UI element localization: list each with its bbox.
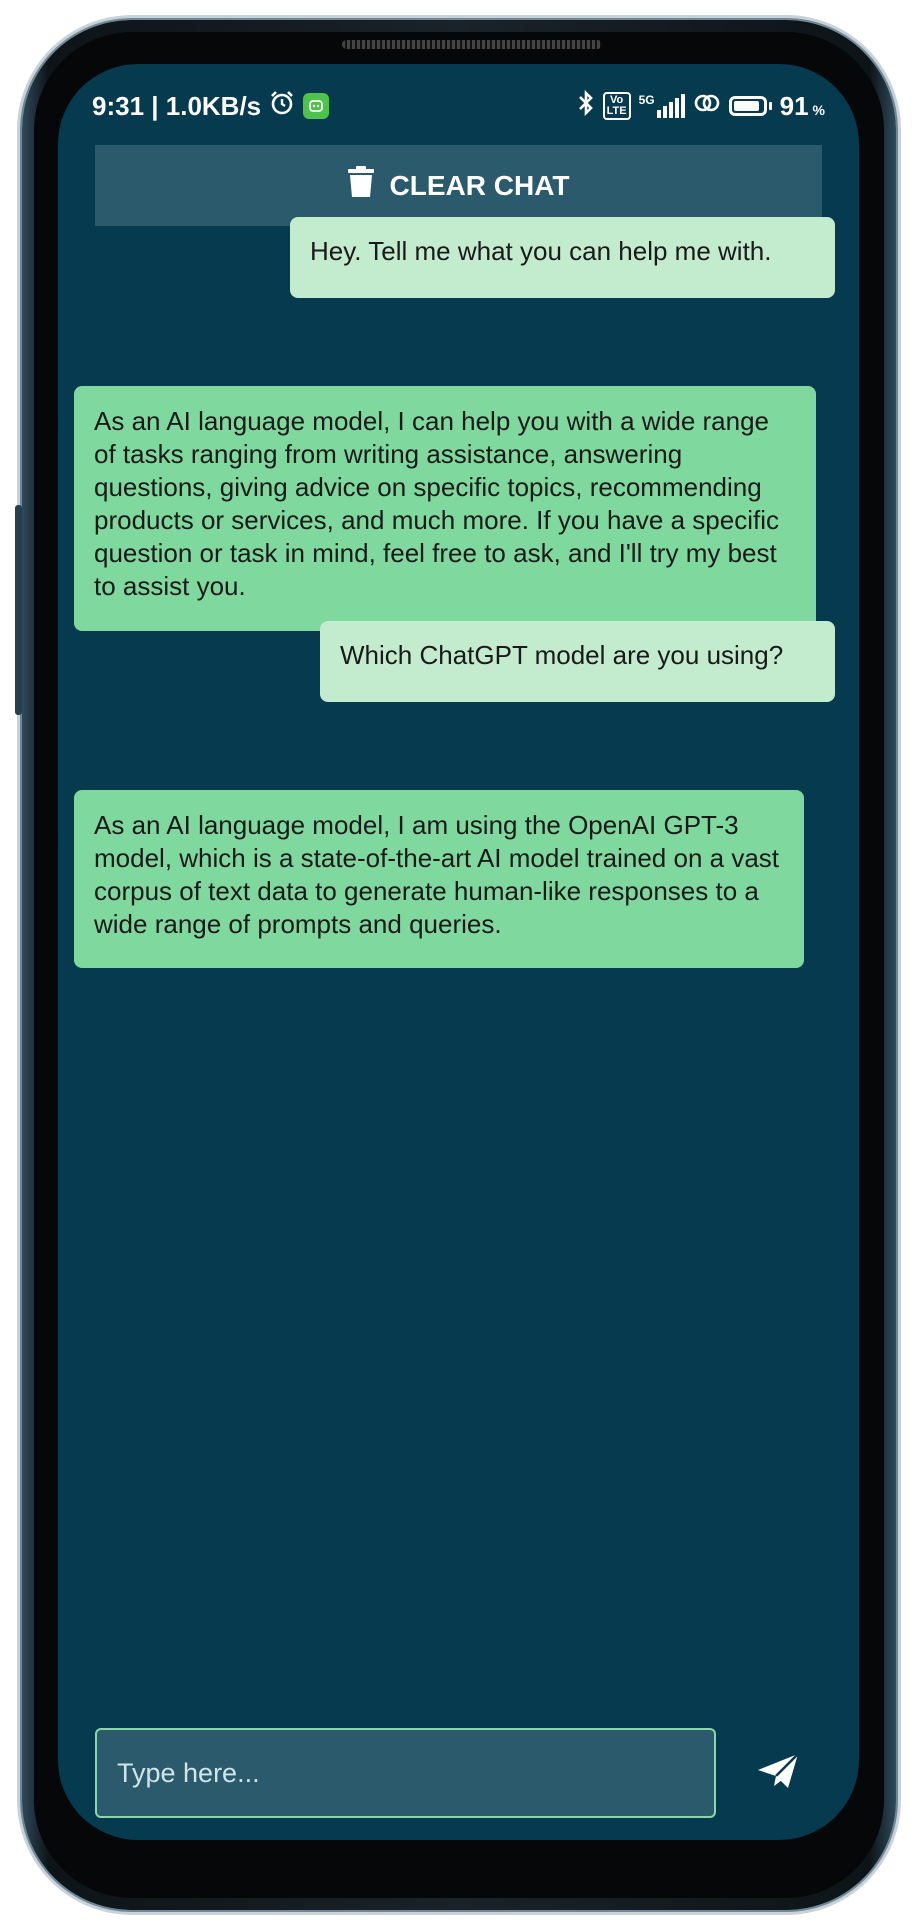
message-input[interactable] <box>95 1728 716 1818</box>
message-text: As an AI language model, I can help you … <box>94 406 779 601</box>
message-text: As an AI language model, I am using the … <box>94 810 780 939</box>
user-message: Hey. Tell me what you can help me with. <box>290 217 835 298</box>
volume-down-button <box>15 620 22 715</box>
user-message: Which ChatGPT model are you using? <box>320 621 835 702</box>
app-screen: 9:31 | 1.0KB/s Vo LTE 5G 91 % CLEAR CHAT… <box>58 64 859 1840</box>
earpiece-speaker <box>342 40 602 49</box>
volume-up-button <box>15 505 22 625</box>
send-button[interactable] <box>753 1748 803 1798</box>
chat-history: Hey. Tell me what you can help me with. … <box>58 64 859 1840</box>
message-text: Hey. Tell me what you can help me with. <box>310 236 772 266</box>
bot-message: As an AI language model, I can help you … <box>74 386 816 631</box>
bot-message: As an AI language model, I am using the … <box>74 790 804 968</box>
message-text: Which ChatGPT model are you using? <box>340 640 784 670</box>
send-icon <box>756 1752 800 1795</box>
